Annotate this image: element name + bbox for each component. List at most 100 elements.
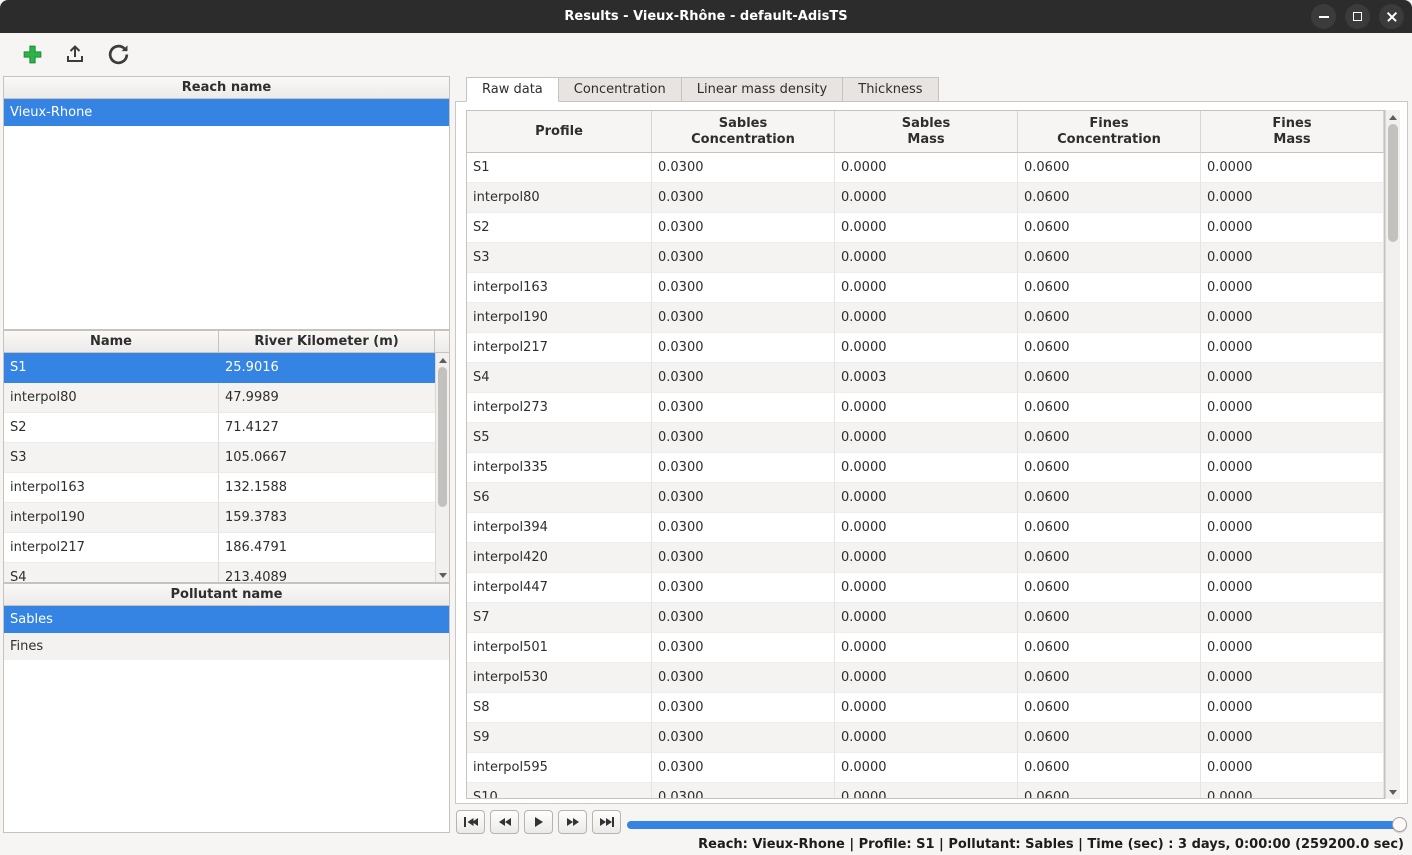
table-row[interactable]: interpol1630.03000.00000.06000.0000: [467, 273, 1384, 303]
cell-value: 0.0000: [835, 393, 1018, 423]
cell-value: 0.0600: [1018, 783, 1201, 798]
table-row[interactable]: S90.03000.00000.06000.0000: [467, 723, 1384, 753]
playback-bar: [0, 806, 1412, 836]
results-header-cell[interactable]: FinesMass: [1201, 111, 1384, 153]
cell-value: 0.0000: [835, 423, 1018, 453]
table-row[interactable]: interpol3350.03000.00000.06000.0000: [467, 453, 1384, 483]
table-row[interactable]: S30.03000.00000.06000.0000: [467, 243, 1384, 273]
profiles-row[interactable]: S4213.4089: [4, 563, 435, 582]
profiles-row[interactable]: interpol163132.1588: [4, 473, 435, 503]
profiles-row[interactable]: interpol217186.4791: [4, 533, 435, 563]
cell-value: 0.0000: [1201, 453, 1384, 483]
table-row[interactable]: S40.03000.00030.06000.0000: [467, 363, 1384, 393]
playback-last-button[interactable]: [592, 810, 621, 834]
table-row[interactable]: S20.03000.00000.06000.0000: [467, 213, 1384, 243]
cell-profile-name: interpol80: [4, 383, 219, 413]
reach-header[interactable]: Reach name: [4, 77, 449, 99]
cell-value: 0.0300: [652, 393, 835, 423]
profiles-header-name[interactable]: Name: [4, 331, 219, 352]
table-row[interactable]: interpol800.03000.00000.06000.0000: [467, 183, 1384, 213]
cell-value: 0.0003: [835, 363, 1018, 393]
results-scrollbar-thumb[interactable]: [1388, 124, 1398, 242]
cell-value: 0.0300: [652, 273, 835, 303]
profiles-header-rkm[interactable]: River Kilometer (m): [219, 331, 435, 352]
table-row[interactable]: interpol1900.03000.00000.06000.0000: [467, 303, 1384, 333]
minimize-button[interactable]: [1311, 4, 1336, 29]
results-header-cell[interactable]: SablesMass: [835, 111, 1018, 153]
tab-linear-mass-density[interactable]: Linear mass density: [682, 77, 844, 102]
results-body: S10.03000.00000.06000.0000interpol800.03…: [467, 153, 1384, 798]
table-row[interactable]: S10.03000.00000.06000.0000: [467, 153, 1384, 183]
cell-river-kilometer: 71.4127: [219, 413, 435, 443]
cell-value: 0.0000: [835, 693, 1018, 723]
playback-first-button[interactable]: [456, 810, 485, 834]
close-icon: [1385, 10, 1399, 24]
results-header-cell[interactable]: FinesConcentration: [1018, 111, 1201, 153]
cell-profile: interpol335: [467, 453, 652, 483]
table-row[interactable]: S60.03000.00000.06000.0000: [467, 483, 1384, 513]
maximize-button[interactable]: [1345, 4, 1370, 29]
table-row[interactable]: interpol2170.03000.00000.06000.0000: [467, 333, 1384, 363]
profiles-row[interactable]: interpol8047.9989: [4, 383, 435, 413]
status-text: Reach: Vieux-Rhone | Profile: S1 | Pollu…: [698, 837, 1404, 852]
cell-river-kilometer: 25.9016: [219, 353, 435, 383]
pollutant-item[interactable]: Fines: [4, 633, 449, 660]
cell-value: 0.0000: [1201, 213, 1384, 243]
table-row[interactable]: interpol5010.03000.00000.06000.0000: [467, 633, 1384, 663]
cell-value: 0.0600: [1018, 693, 1201, 723]
cell-profile: S6: [467, 483, 652, 513]
playback-forward-button[interactable]: [558, 810, 587, 834]
scroll-up-icon[interactable]: [1386, 111, 1400, 123]
tab-concentration[interactable]: Concentration: [559, 77, 682, 102]
table-row[interactable]: interpol5300.03000.00000.06000.0000: [467, 663, 1384, 693]
profiles-table-header: Name River Kilometer (m): [4, 331, 449, 353]
profiles-row[interactable]: S125.9016: [4, 353, 435, 383]
table-row[interactable]: interpol4200.03000.00000.06000.0000: [467, 543, 1384, 573]
add-button[interactable]: [16, 38, 48, 70]
cell-profile: S2: [467, 213, 652, 243]
profiles-scrollbar[interactable]: [435, 353, 449, 582]
table-row[interactable]: S100.03000.00000.06000.0000: [467, 783, 1384, 798]
playback-rewind-button[interactable]: [490, 810, 519, 834]
results-header-cell[interactable]: SablesConcentration: [652, 111, 835, 153]
profiles-row[interactable]: S3105.0667: [4, 443, 435, 473]
slider-handle[interactable]: [1392, 817, 1407, 832]
export-button[interactable]: [59, 38, 91, 70]
pollutant-header[interactable]: Pollutant name: [4, 584, 449, 606]
table-row[interactable]: interpol4470.03000.00000.06000.0000: [467, 573, 1384, 603]
profiles-row[interactable]: S271.4127: [4, 413, 435, 443]
reach-item[interactable]: Vieux-Rhone: [4, 99, 449, 126]
app-window: Results - Vieux-Rhône - default-AdisTS: [0, 0, 1412, 855]
refresh-icon: [106, 42, 131, 67]
cell-value: 0.0000: [1201, 333, 1384, 363]
scroll-down-icon[interactable]: [1386, 786, 1400, 798]
close-button[interactable]: [1379, 4, 1404, 29]
tab-thickness[interactable]: Thickness: [843, 77, 938, 102]
table-row[interactable]: S50.03000.00000.06000.0000: [467, 423, 1384, 453]
cell-value: 0.0600: [1018, 723, 1201, 753]
time-slider[interactable]: [627, 821, 1403, 829]
statusbar: Reach: Vieux-Rhone | Profile: S1 | Pollu…: [0, 833, 1412, 855]
cell-value: 0.0300: [652, 333, 835, 363]
cell-value: 0.0600: [1018, 543, 1201, 573]
pollutant-panel: Pollutant name SablesFines: [3, 583, 450, 833]
profiles-scrollbar-thumb[interactable]: [438, 367, 447, 507]
cell-river-kilometer: 186.4791: [219, 533, 435, 563]
profiles-row[interactable]: interpol190159.3783: [4, 503, 435, 533]
table-row[interactable]: S70.03000.00000.06000.0000: [467, 603, 1384, 633]
results-scrollbar[interactable]: [1385, 110, 1400, 799]
results-header-cell[interactable]: Profile: [467, 111, 652, 153]
refresh-button[interactable]: [102, 38, 134, 70]
pollutant-item[interactable]: Sables: [4, 606, 449, 633]
scroll-down-icon[interactable]: [436, 569, 449, 581]
table-row[interactable]: interpol3940.03000.00000.06000.0000: [467, 513, 1384, 543]
cell-value: 0.0000: [1201, 663, 1384, 693]
cell-value: 0.0000: [835, 303, 1018, 333]
cell-value: 0.0000: [835, 483, 1018, 513]
scroll-up-icon[interactable]: [436, 354, 449, 366]
table-row[interactable]: interpol2730.03000.00000.06000.0000: [467, 393, 1384, 423]
playback-play-button[interactable]: [524, 810, 553, 834]
tab-raw-data[interactable]: Raw data: [466, 77, 559, 102]
table-row[interactable]: S80.03000.00000.06000.0000: [467, 693, 1384, 723]
table-row[interactable]: interpol5950.03000.00000.06000.0000: [467, 753, 1384, 783]
